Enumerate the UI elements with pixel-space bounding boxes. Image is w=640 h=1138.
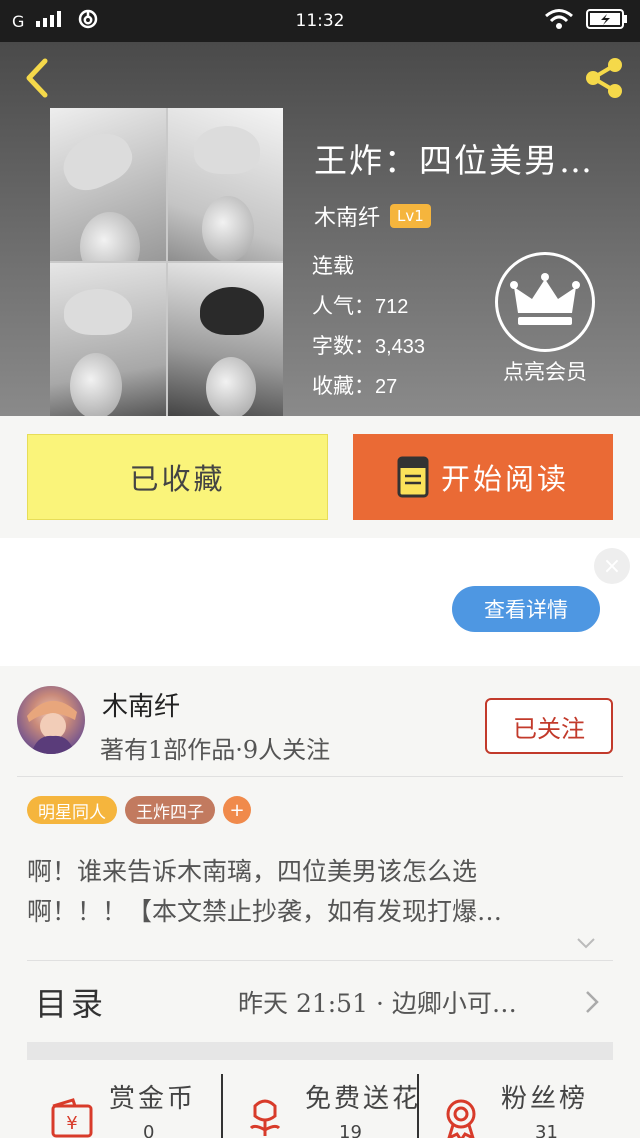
action-buttons: 已收藏 开始阅读 (0, 416, 640, 538)
chevron-left-icon (26, 58, 48, 98)
tag-list: 明星同人 王炸四子 + (27, 796, 251, 824)
followed-button[interactable]: 已关注 (485, 698, 613, 754)
cover-photo-2 (167, 108, 283, 261)
book-cover-image[interactable] (50, 108, 283, 416)
chevron-right-icon (586, 991, 599, 1013)
author-row: 木南纤 Lv1 (314, 200, 431, 232)
popularity-value: 712 (375, 296, 409, 318)
latest-chapter: 昨天 21:51 · 边卿小可… (238, 989, 517, 1018)
book-title: 王炸：四位美男… (314, 141, 594, 180)
section-separator (27, 1042, 613, 1060)
flower-label: 免费送花 (305, 1084, 422, 1114)
intro-line-1: 啊！谁来告诉木南璃，四位美男该怎么选 (27, 857, 478, 886)
author-meta: 著有1部作品·9人关注 (100, 736, 331, 764)
carrier-label: G (12, 11, 25, 31)
popularity-stat: 人气：712 (312, 290, 408, 320)
ad-close-button[interactable]: × (594, 548, 630, 584)
network-icon (78, 9, 98, 33)
vip-label: 点亮会员 (503, 360, 587, 384)
wifi-icon (544, 8, 574, 35)
favorites-stat: 收藏：27 (312, 370, 397, 400)
status-right (544, 8, 628, 35)
favorites-value: 27 (375, 376, 398, 398)
vip-ring (495, 252, 595, 352)
chevron-down-icon (577, 938, 595, 949)
medal-icon (446, 1099, 476, 1138)
table-of-contents-row[interactable]: 目录 昨天 21:51 · 边卿小可… (27, 966, 613, 1038)
divider (27, 960, 613, 961)
toc-label: 目录 (35, 985, 108, 1023)
share-icon (586, 58, 622, 98)
tag-item[interactable]: 王炸四子 (125, 796, 215, 824)
popularity-label: 人气： (312, 294, 375, 318)
author-name[interactable]: 木南纤 (314, 200, 380, 232)
status-left: G (12, 9, 98, 33)
serial-status: 连载 (312, 254, 354, 278)
cover-photo-1 (50, 108, 166, 261)
profile-author-name[interactable]: 木南纤 (102, 686, 180, 723)
add-tag-button[interactable]: + (223, 796, 251, 824)
favorited-button[interactable]: 已收藏 (27, 434, 328, 520)
view-details-button[interactable]: 查看详情 (452, 586, 600, 632)
level-badge: Lv1 (390, 204, 431, 228)
start-reading-button[interactable]: 开始阅读 (353, 434, 613, 520)
status-bar: G 11:32 (0, 0, 640, 42)
word-count-stat: 字数：3,433 (312, 330, 425, 360)
flower-icon (249, 1099, 281, 1136)
send-flower-button[interactable]: 免费送花 19 (221, 1074, 418, 1138)
book-intro[interactable]: 啊！谁来告诉木南璃，四位美男该怎么选 啊！！！【本文禁止抄袭，如有发现打爆… (27, 852, 607, 932)
cover-photo-4 (167, 263, 283, 416)
tag-item[interactable]: 明星同人 (27, 796, 117, 824)
book-header: 王炸：四位美男… 木南纤 Lv1 连载 人气：712 字数：3,433 收藏：2… (0, 42, 640, 416)
reward-coins-button[interactable]: ¥ 赏金币 0 (27, 1074, 221, 1138)
vip-button[interactable]: 点亮会员 (494, 252, 596, 386)
battery-icon (586, 8, 628, 34)
book-detail-page: G 11:32 王炸：四位美男… 木南纤 Lv1 连载 人气：712 字数：3,… (0, 0, 640, 1138)
fan-ranking-button[interactable]: 粉丝榜 31 (417, 1074, 613, 1138)
author-section: 木南纤 著有1部作品·9人关注 已关注 明星同人 王炸四子 + 啊！谁来告诉木南… (0, 666, 640, 1138)
reward-icon: ¥ (51, 1098, 93, 1138)
intro-line-2: 啊！！！【本文禁止抄袭，如有发现打爆… (27, 897, 503, 926)
fan-ranking-label: 粉丝榜 (501, 1084, 589, 1114)
share-button[interactable] (580, 54, 628, 102)
support-bar: ¥ 赏金币 0 免费送花 19 粉丝榜 31 (27, 1074, 613, 1138)
divider (17, 776, 623, 777)
back-button[interactable] (16, 56, 56, 100)
fan-ranking-count: 31 (535, 1122, 558, 1138)
crown-icon (510, 273, 580, 325)
word-count-label: 字数： (312, 334, 375, 358)
book-icon (397, 456, 429, 498)
favorites-label: 收藏： (312, 374, 375, 398)
reward-count: 0 (143, 1122, 155, 1138)
start-reading-label: 开始阅读 (440, 462, 569, 496)
svg-text:¥: ¥ (66, 1113, 77, 1134)
word-count-value: 3,433 (375, 336, 426, 358)
expand-intro-button[interactable] (576, 934, 596, 953)
ad-banner: × 查看详情 (0, 538, 640, 666)
flower-count: 19 (339, 1122, 362, 1138)
close-icon: × (602, 553, 622, 579)
author-avatar[interactable] (17, 686, 85, 754)
avatar-image (27, 700, 77, 754)
signal-icon (36, 11, 66, 31)
reward-label: 赏金币 (109, 1084, 197, 1114)
cover-photo-3 (50, 263, 166, 416)
